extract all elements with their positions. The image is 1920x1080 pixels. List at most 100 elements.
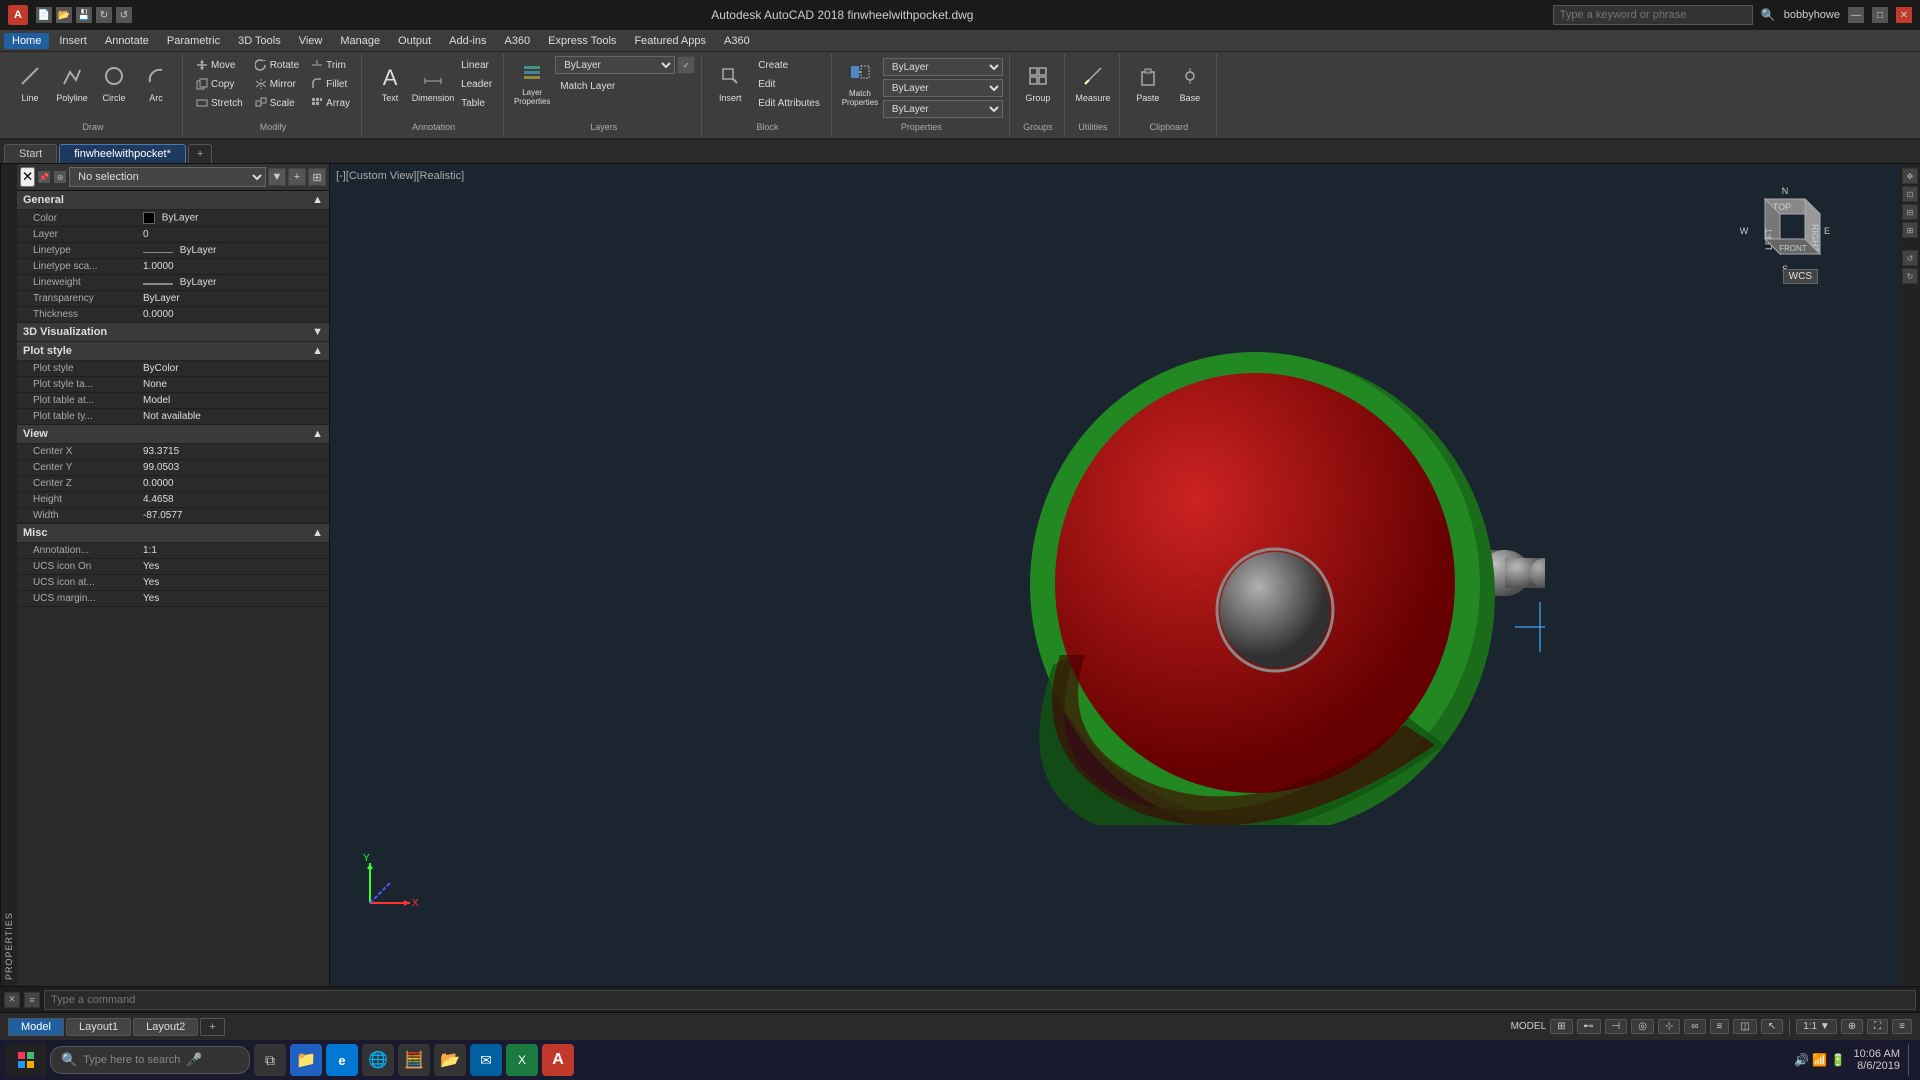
- viewcube[interactable]: TOP LEFT RIGHT FRONT N S W E: [1740, 184, 1820, 264]
- status-ortho-btn[interactable]: ⊣: [1605, 1019, 1628, 1034]
- rotate-btn[interactable]: Rotate: [250, 56, 304, 74]
- windows-start-btn[interactable]: [6, 1044, 46, 1076]
- taskbar-edge-btn[interactable]: e: [326, 1044, 358, 1076]
- leader-btn[interactable]: Leader: [456, 75, 497, 93]
- scale-btn[interactable]: Scale: [250, 94, 304, 112]
- fillet-btn[interactable]: Fillet: [306, 75, 355, 93]
- dimension-btn[interactable]: Dimension: [413, 56, 453, 112]
- circle-btn[interactable]: Circle: [94, 56, 134, 112]
- menu-annotate[interactable]: Annotate: [97, 33, 157, 49]
- viz3d-section-header[interactable]: 3D Visualization ▼: [17, 323, 329, 342]
- status-lineweight-btn[interactable]: ≡: [1710, 1019, 1730, 1034]
- zoom-prev-btn[interactable]: ⊟: [1902, 204, 1918, 220]
- polyline-btn[interactable]: Polyline: [52, 56, 92, 112]
- add-tab-btn[interactable]: +: [188, 144, 212, 163]
- move-btn[interactable]: Move: [191, 56, 248, 74]
- undo-btn[interactable]: ↻: [96, 7, 112, 23]
- orbit-btn[interactable]: ↺: [1902, 250, 1918, 266]
- measure-btn[interactable]: Measure: [1073, 56, 1113, 112]
- menu-output[interactable]: Output: [390, 33, 439, 49]
- menu-addins[interactable]: Add-ins: [441, 33, 494, 49]
- close-btn[interactable]: ✕: [1896, 7, 1912, 23]
- menu-3dtools[interactable]: 3D Tools: [230, 33, 289, 49]
- taskbar-search-box[interactable]: 🔍 Type here to search 🎤: [50, 1046, 250, 1074]
- menu-insert[interactable]: Insert: [51, 33, 95, 49]
- layout1-tab[interactable]: Layout1: [66, 1018, 131, 1036]
- select-add-btn[interactable]: +: [288, 168, 306, 186]
- base-btn[interactable]: Base: [1170, 56, 1210, 112]
- status-snap-btn[interactable]: ⊷: [1577, 1019, 1601, 1034]
- edit-attributes-btn[interactable]: Edit Attributes: [753, 94, 825, 112]
- minimize-btn[interactable]: —: [1848, 7, 1864, 23]
- taskbar-excel-btn[interactable]: X: [506, 1044, 538, 1076]
- status-grid-btn[interactable]: ⊞: [1550, 1019, 1572, 1034]
- menu-parametric[interactable]: Parametric: [159, 33, 228, 49]
- bylayer-ltype-dropdown[interactable]: ByLayer: [883, 79, 1003, 97]
- menu-view[interactable]: View: [291, 33, 331, 49]
- bylayer-color-dropdown[interactable]: ByLayer: [883, 58, 1003, 76]
- maximize-btn[interactable]: □: [1872, 7, 1888, 23]
- cmd-settings-btn[interactable]: ≡: [24, 992, 40, 1008]
- panel-expand-btn[interactable]: ⊕: [53, 170, 67, 184]
- taskbar-file-explorer[interactable]: 📁: [290, 1044, 322, 1076]
- open-btn[interactable]: 📂: [56, 7, 72, 23]
- new-btn[interactable]: 📄: [36, 7, 52, 23]
- table-btn[interactable]: Table: [456, 94, 497, 112]
- match-properties-btn[interactable]: Match Properties: [840, 56, 880, 112]
- taskbar-folder-btn[interactable]: 📂: [434, 1044, 466, 1076]
- menu-home[interactable]: Home: [4, 33, 49, 49]
- select-toggle-btn[interactable]: ⊞: [308, 168, 326, 186]
- viewport[interactable]: [-][Custom View][Realistic]: [330, 164, 1920, 986]
- taskbar-task-view[interactable]: ⧉: [254, 1044, 286, 1076]
- zoom-extents-btn[interactable]: ⊡: [1902, 186, 1918, 202]
- plotstyle-section-header[interactable]: Plot style ▲: [17, 342, 329, 361]
- general-section-header[interactable]: General ▲: [17, 191, 329, 210]
- misc-section-header[interactable]: Misc ▲: [17, 524, 329, 543]
- search-input[interactable]: [1553, 5, 1753, 25]
- status-annotation-scale-btn[interactable]: 1:1 ▼: [1796, 1019, 1837, 1034]
- stretch-btn[interactable]: Stretch: [191, 94, 248, 112]
- make-current-btn[interactable]: ✓: [677, 56, 695, 74]
- autocad-logo[interactable]: A: [8, 5, 28, 25]
- copy-btn[interactable]: Copy: [191, 75, 248, 93]
- properties-close-btn[interactable]: ✕: [20, 167, 35, 187]
- cmd-close-btn[interactable]: ✕: [4, 992, 20, 1008]
- redo-btn[interactable]: ↺: [116, 7, 132, 23]
- array-btn[interactable]: Array: [306, 94, 355, 112]
- swivel-btn[interactable]: ↻: [1902, 268, 1918, 284]
- status-select-btn[interactable]: ↖: [1761, 1019, 1783, 1034]
- taskbar-outlook-btn[interactable]: ✉: [470, 1044, 502, 1076]
- trim-btn[interactable]: Trim: [306, 56, 355, 74]
- command-input[interactable]: [44, 990, 1916, 1010]
- linear-btn[interactable]: Linear: [456, 56, 497, 74]
- status-fullscreen-btn[interactable]: ⛶: [1867, 1019, 1888, 1034]
- status-transparency-btn[interactable]: ◫: [1733, 1019, 1756, 1034]
- menu-manage[interactable]: Manage: [332, 33, 388, 49]
- menu-a360[interactable]: A360: [496, 33, 538, 49]
- menu-express[interactable]: Express Tools: [540, 33, 624, 49]
- mirror-btn[interactable]: Mirror: [250, 75, 304, 93]
- start-tab[interactable]: Start: [4, 144, 57, 163]
- layer-dropdown[interactable]: ByLayer 0: [555, 56, 675, 74]
- taskbar-calculator-btn[interactable]: 🧮: [398, 1044, 430, 1076]
- panel-pin-btn[interactable]: 📌: [37, 170, 51, 184]
- status-customize-btn[interactable]: ≡: [1892, 1019, 1912, 1034]
- status-osnap-btn[interactable]: ⊹: [1658, 1019, 1680, 1034]
- taskbar-show-desktop[interactable]: [1908, 1044, 1914, 1076]
- save-btn[interactable]: 💾: [76, 7, 92, 23]
- model-tab[interactable]: Model: [8, 1018, 64, 1036]
- status-workspace-btn[interactable]: ⊕: [1841, 1019, 1863, 1034]
- select-quick-btn[interactable]: ▼: [268, 168, 286, 186]
- status-otrack-btn[interactable]: ∞: [1684, 1019, 1705, 1034]
- selection-dropdown[interactable]: No selection: [69, 167, 266, 187]
- arc-btn[interactable]: Arc: [136, 56, 176, 112]
- layout2-tab[interactable]: Layout2: [133, 1018, 198, 1036]
- taskbar-chrome-btn[interactable]: 🌐: [362, 1044, 394, 1076]
- match-layer-btn[interactable]: Match Layer: [555, 77, 695, 95]
- taskbar-autocad-btn[interactable]: A: [542, 1044, 574, 1076]
- file-tab[interactable]: finwheelwithpocket*: [59, 144, 186, 163]
- text-btn[interactable]: A Text: [370, 56, 410, 112]
- bylayer-lweight-dropdown[interactable]: ByLayer: [883, 100, 1003, 118]
- pan-btn[interactable]: ✥: [1902, 168, 1918, 184]
- menu-a360-2[interactable]: A360: [716, 33, 758, 49]
